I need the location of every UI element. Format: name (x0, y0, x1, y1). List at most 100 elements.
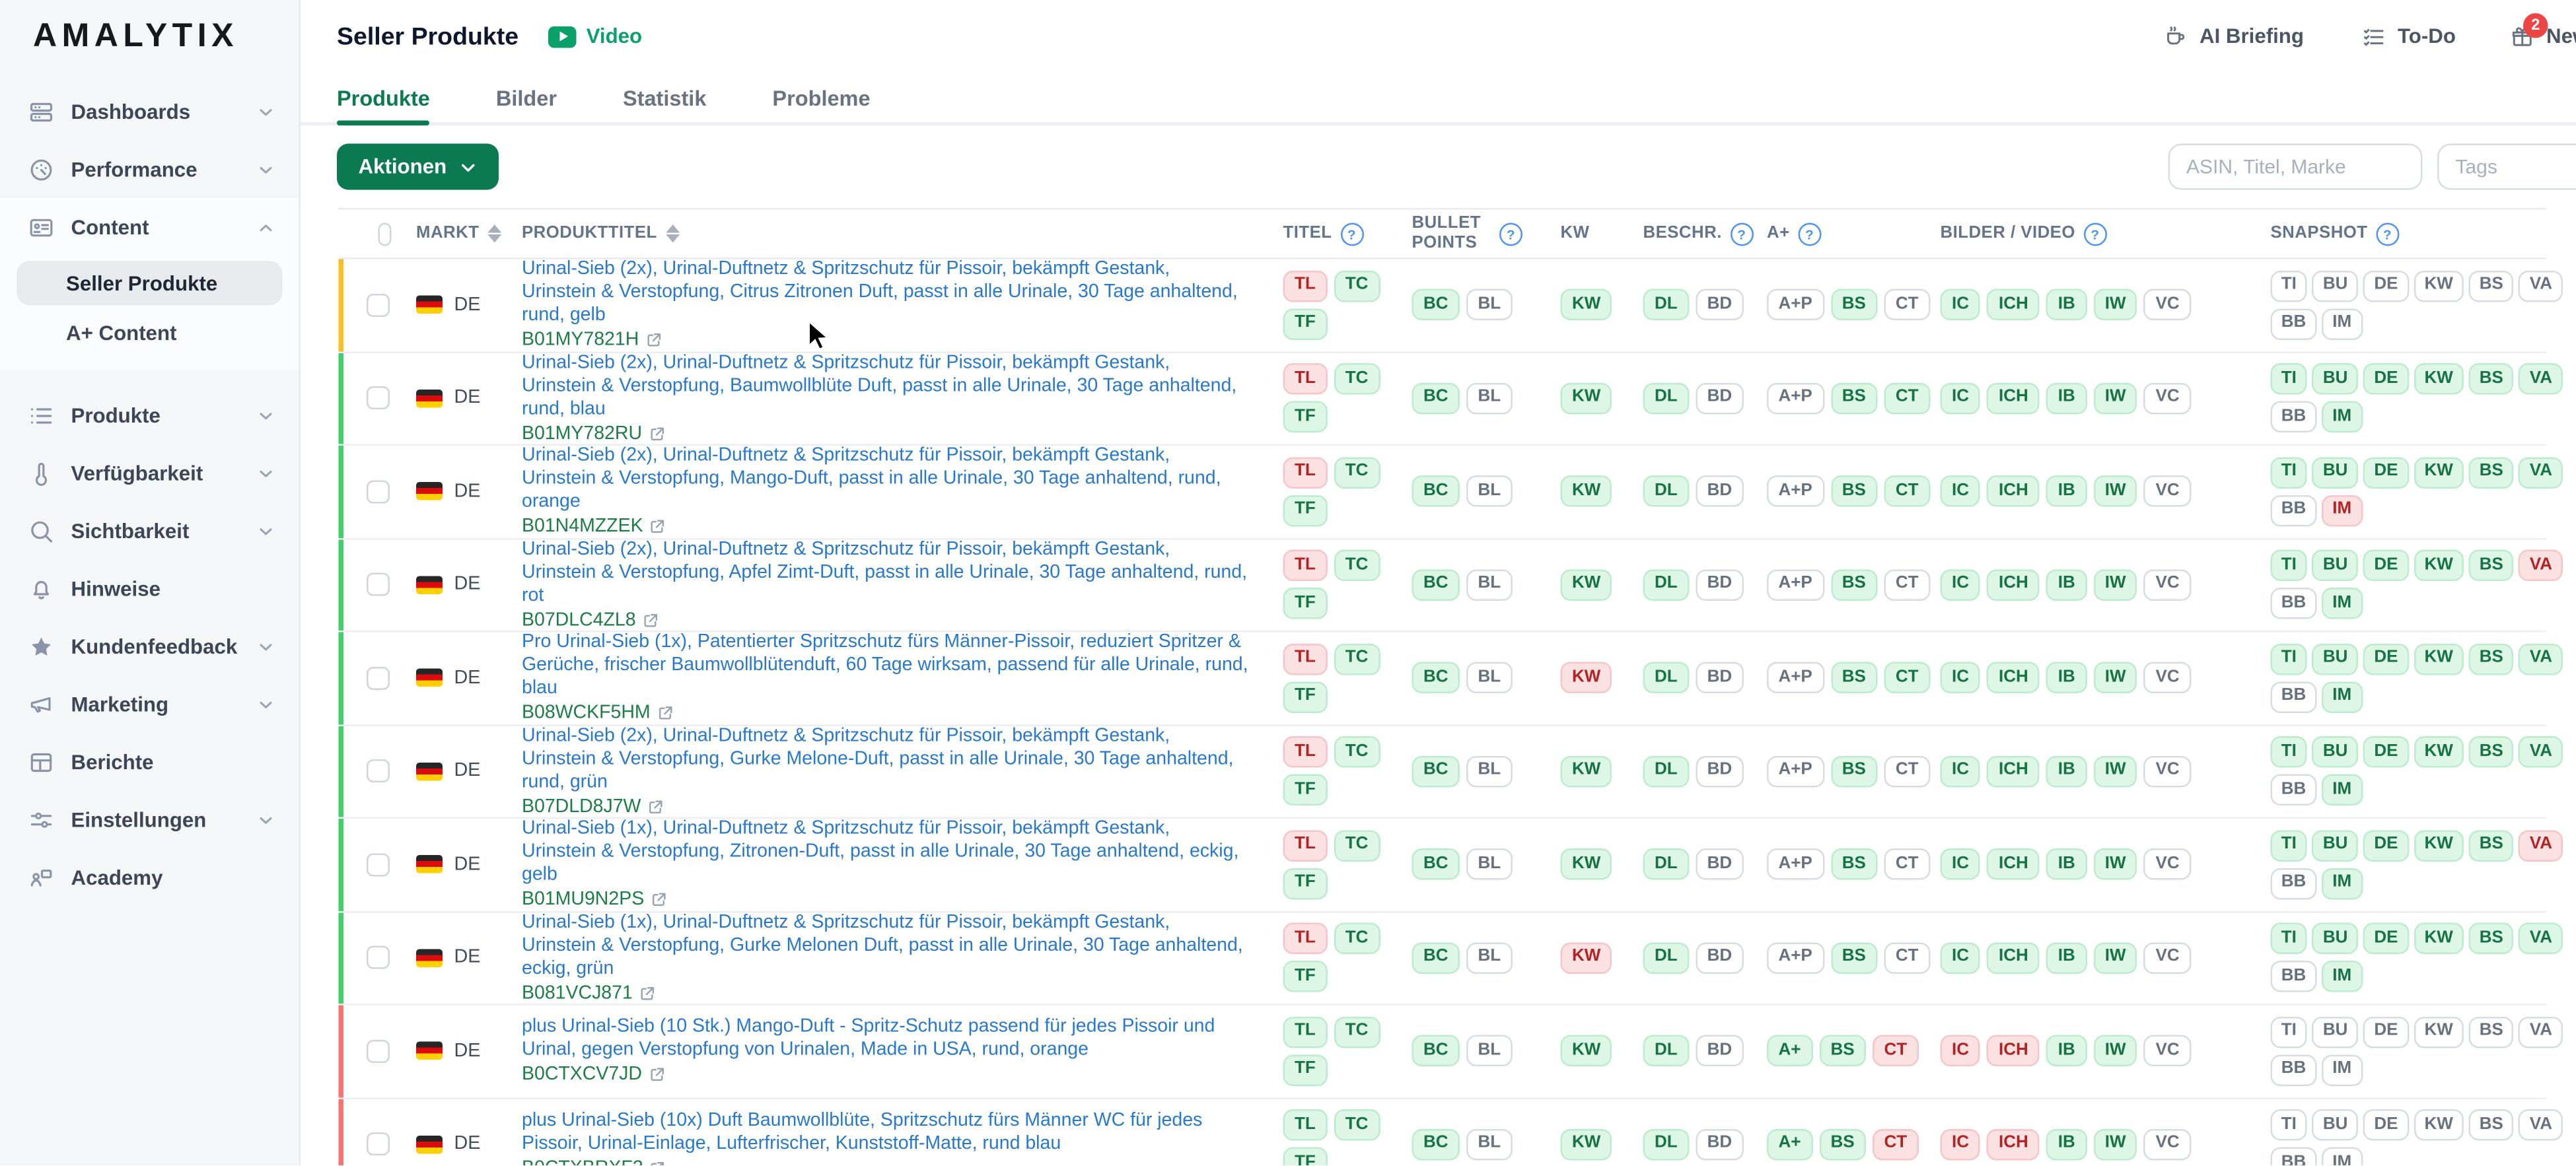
asin-link[interactable]: B01MY782RU (522, 424, 642, 444)
row-checkbox[interactable] (367, 853, 390, 876)
badge-tf: TF (1283, 308, 1328, 340)
sidebar-item-produkte[interactable]: Produkte (0, 386, 299, 444)
product-title-link[interactable]: plus Urinal-Sieb (10 Stk.) Mango-Duft - … (522, 1017, 1248, 1064)
tags-input[interactable] (2437, 144, 2576, 190)
table-row: DEUrinal-Sieb (2x), Urinal-Duftnetz & Sp… (339, 446, 2547, 539)
product-title-link[interactable]: Urinal-Sieb (1x), Urinal-Duftnetz & Spri… (522, 912, 1248, 981)
badge-de: DE (2363, 1110, 2409, 1142)
sidebar-item-kundenfeedback[interactable]: Kundenfeedback (0, 617, 299, 675)
column-header-kw: KW (1552, 224, 1635, 243)
row-checkbox[interactable] (367, 1133, 390, 1156)
sidebar-item-berichte[interactable]: Berichte (0, 733, 299, 791)
asin-link[interactable]: B01MY7821H (522, 330, 639, 350)
marketplace-code: DE (454, 948, 481, 968)
asin-link[interactable]: B0CTXCV7JD (522, 1065, 642, 1085)
table-row: DE Urinal-Sieb (1x), Urinal-Duftnetz & Sp… (339, 819, 2547, 912)
column-header-produkttitel[interactable]: PRODUKTTITEL (497, 224, 1275, 243)
tab-statistik[interactable]: Statistik (623, 73, 706, 122)
help-icon[interactable]: ? (1499, 222, 1522, 245)
product-title-link[interactable]: plus Urinal-Sieb (10x) Duft Baumwollblüt… (522, 1111, 1248, 1157)
badge-vc: VC (2144, 849, 2191, 881)
product-title-link[interactable]: Urinal-Sieb (2x), Urinal-Duftnetz & Spri… (522, 353, 1248, 422)
sidebar-item-sichtbarkeit[interactable]: Sichtbarkeit (0, 502, 299, 560)
badge-bd: BD (1696, 942, 1744, 974)
actions-button[interactable]: Aktionen (337, 144, 499, 190)
row-checkbox[interactable] (367, 760, 390, 783)
badge-ct: CT (1884, 382, 1930, 414)
sidebar-item-dashboards[interactable]: Dashboards (0, 83, 299, 141)
asin-link[interactable]: B0CTXBRXF2 (522, 1158, 643, 1166)
video-link[interactable]: Video (548, 25, 642, 48)
row-checkbox[interactable] (367, 387, 390, 410)
asin-link[interactable]: B01MU9N2PS (522, 890, 644, 910)
badge-kw: KW (1561, 382, 1612, 414)
sort-icon[interactable] (665, 224, 680, 243)
product-title-link[interactable]: Urinal-Sieb (2x), Urinal-Duftnetz & Spri… (522, 539, 1248, 608)
badge-bd: BD (1696, 1035, 1744, 1067)
marketplace-cell: DE (392, 295, 497, 315)
help-icon[interactable]: ? (1340, 222, 1363, 245)
products-table: MARKT PRODUKTTITEL TITEL ? (339, 208, 2547, 1166)
row-checkbox[interactable] (367, 946, 390, 969)
sidebar-item-label: Einstellungen (71, 808, 256, 831)
topbar-action-news[interactable]: 2News (2510, 0, 2576, 73)
help-icon[interactable]: ? (2083, 222, 2106, 245)
row-checkbox[interactable] (367, 293, 390, 316)
sidebar-item-hinweise[interactable]: Hinweise (0, 560, 299, 618)
sidebar-item-verf-gbarkeit[interactable]: Verfügbarkeit (0, 444, 299, 502)
sidebar-item-content[interactable]: Content (0, 198, 299, 256)
badge-bu: BU (2312, 1016, 2359, 1048)
asin-link[interactable]: B08WCKF5HM (522, 703, 651, 723)
row-checkbox[interactable] (367, 480, 390, 503)
product-title-link[interactable]: Urinal-Sieb (2x), Urinal-Duftnetz & Spri… (522, 446, 1248, 515)
asin-link[interactable]: B01N4MZZEK (522, 517, 643, 537)
badge-tl: TL (1283, 1110, 1328, 1142)
marketplace-cell: DE (392, 948, 497, 968)
asin-link[interactable]: B07DLC4ZL8 (522, 610, 636, 630)
tab-bar: Produkte Bilder Statistik Probleme (301, 73, 2576, 125)
asin-link[interactable]: B07DLD8J7W (522, 797, 641, 817)
marketplace-cell: DE (392, 854, 497, 874)
sidebar-item-academy[interactable]: Academy (0, 848, 299, 907)
select-all-checkbox[interactable] (378, 222, 392, 245)
topbar-action-to-do[interactable]: To-Do (2361, 0, 2456, 73)
product-title-link[interactable]: Urinal-Sieb (1x), Urinal-Duftnetz & Spri… (522, 819, 1248, 888)
sidebar-item-performance[interactable]: Performance (0, 141, 299, 199)
megaphone-icon (26, 690, 55, 718)
product-title-link[interactable]: Pro Urinal-Sieb (1x), Patentierter Sprit… (522, 633, 1248, 701)
row-checkbox[interactable] (367, 573, 390, 596)
product-title-link[interactable]: Urinal-Sieb (2x), Urinal-Duftnetz & Spri… (522, 726, 1248, 795)
badge-vc: VC (2144, 942, 2191, 974)
column-header-markt[interactable]: MARKT (392, 224, 497, 243)
badge-ib: IB (2046, 569, 2087, 601)
badge-bb: BB (2271, 588, 2317, 620)
search-input[interactable] (2168, 144, 2423, 190)
topbar-action-ai-briefing[interactable]: AI Briefing (2163, 0, 2304, 73)
help-icon[interactable]: ? (1730, 222, 1753, 245)
sidebar-item-marketing[interactable]: Marketing (0, 675, 299, 734)
badge-va: VA (2519, 1110, 2563, 1142)
academy-icon (26, 864, 55, 892)
chevron-down-icon (256, 636, 276, 656)
titel-badges: TLTCTF (1275, 457, 1404, 526)
sidebar-item-a-content[interactable]: A+ Content (17, 310, 283, 355)
product-title-link[interactable]: Urinal-Sieb (2x), Urinal-Duftnetz & Spri… (522, 259, 1248, 328)
asin-link[interactable]: B081VCJ871 (522, 983, 633, 1003)
tab-bilder[interactable]: Bilder (496, 73, 557, 122)
badge-bs: BS (1819, 1128, 1866, 1160)
row-checkbox[interactable] (367, 1039, 390, 1062)
table-row: DE Urinal-Sieb (2x), Urinal-Duftnetz & Sp… (339, 259, 2547, 353)
bilder-video-badges: ICICHIBIWVC (1932, 1128, 2262, 1160)
tab-probleme[interactable]: Probleme (772, 73, 870, 122)
sidebar-item-einstellungen[interactable]: Einstellungen (0, 791, 299, 849)
help-icon[interactable]: ? (2376, 222, 2399, 245)
help-icon[interactable]: ? (1798, 222, 1821, 245)
row-checkbox[interactable] (367, 666, 390, 689)
sidebar-item-seller-produkte[interactable]: Seller Produkte (17, 261, 283, 306)
sidebar-item-label: Verfügbarkeit (71, 462, 256, 485)
table-row: DEUrinal-Sieb (2x), Urinal-Duftnetz & Sp… (339, 726, 2547, 819)
badge-bc: BC (1412, 1128, 1460, 1160)
badge-iw: IW (2093, 942, 2137, 974)
snapshot-badges: TIBUDEKWBSVABBIM (2262, 830, 2571, 899)
tab-produkte[interactable]: Produkte (337, 73, 430, 122)
